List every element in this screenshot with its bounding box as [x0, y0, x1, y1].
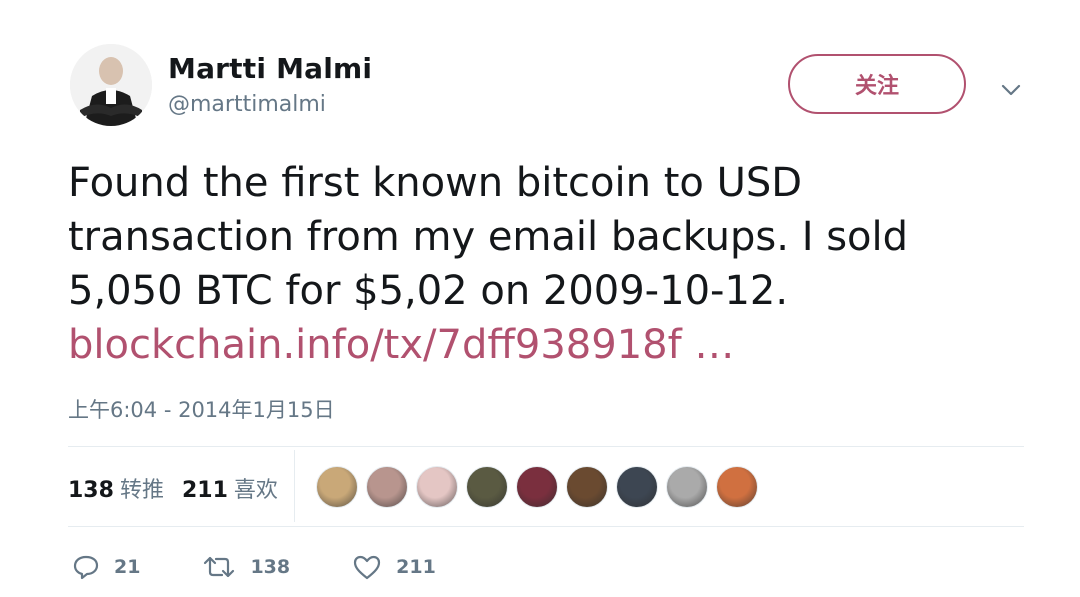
liker-avatar[interactable] — [666, 466, 708, 508]
liker-avatar[interactable] — [516, 466, 558, 508]
user-avatar[interactable] — [70, 44, 152, 126]
reply-count: 21 — [114, 556, 141, 578]
tweet-timestamp[interactable]: 上午6:04 - 2014年1月15日 — [68, 394, 335, 424]
tweet-card: Martti Malmi @marttimalmi 关注 Found the f… — [0, 0, 1080, 597]
liker-avatars — [316, 466, 766, 508]
divider-top — [68, 446, 1024, 447]
liker-avatar[interactable] — [716, 466, 758, 508]
tweet-text-line: transaction from my email backups. I sol… — [68, 214, 909, 260]
like-button[interactable]: 211 — [352, 554, 436, 580]
retweets-label: 转推 — [119, 478, 164, 503]
tweet-text-line: Found the first known bitcoin to USD — [68, 160, 803, 206]
reply-button[interactable]: 21 — [72, 554, 140, 580]
retweets-stat[interactable]: 138 转推 — [68, 472, 164, 504]
user-handle[interactable]: @marttimalmi — [168, 92, 326, 117]
tweet-link[interactable]: blockchain.info/tx/7dff938918f … — [68, 318, 1028, 372]
likes-label: 喜欢 — [233, 478, 278, 503]
heart-icon — [354, 555, 381, 580]
liker-avatar[interactable] — [566, 466, 608, 508]
liker-avatar[interactable] — [316, 466, 358, 508]
liker-avatar[interactable] — [416, 466, 458, 508]
tweet-text: Found the first known bitcoin to USD tra… — [68, 156, 1028, 372]
likes-stat[interactable]: 211 喜欢 — [182, 472, 278, 504]
retweets-count: 138 — [68, 478, 114, 503]
tweet-actions: 21 138 211 — [72, 554, 498, 580]
retweet-icon — [204, 556, 235, 578]
tweet-text-line: 5,050 BTC for $5,02 on 2009-10-12. — [68, 268, 789, 314]
avatar-image — [70, 44, 152, 126]
retweet-count: 138 — [250, 556, 291, 578]
liker-avatar[interactable] — [616, 466, 658, 508]
like-count: 211 — [396, 556, 436, 578]
liker-avatar[interactable] — [366, 466, 408, 508]
reply-icon — [73, 555, 99, 580]
liker-avatar[interactable] — [466, 466, 508, 508]
divider-bottom — [68, 526, 1024, 527]
retweet-button[interactable]: 138 — [202, 555, 290, 579]
user-display-name[interactable]: Martti Malmi — [168, 52, 372, 85]
stats-separator — [294, 450, 295, 522]
follow-button[interactable]: 关注 — [788, 54, 966, 114]
tweet-stats: 138 转推 211 喜欢 — [68, 472, 296, 504]
likes-count: 211 — [181, 478, 228, 503]
chevron-down-icon[interactable] — [996, 78, 1026, 102]
